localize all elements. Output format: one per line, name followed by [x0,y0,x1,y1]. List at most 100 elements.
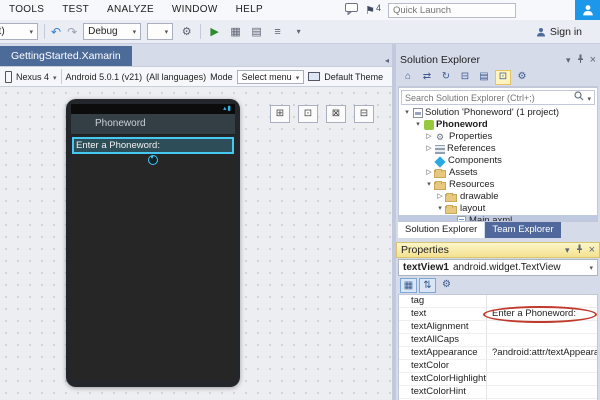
search-options-icon[interactable] [587,92,591,104]
menu-test[interactable]: TEST [53,0,98,20]
menu-window[interactable]: WINDOW [163,0,227,20]
orientation-icon[interactable] [308,72,320,81]
tree-item-layout[interactable]: ▾ layout [399,203,597,215]
menu-analyze[interactable]: ANALYZE [98,0,163,20]
window-menu-icon[interactable]: ▾ [566,56,571,65]
tree-item-resources[interactable]: ▾ Resources [399,179,597,191]
refresh-icon[interactable]: ↻ [438,70,454,85]
solution-search-box [401,90,595,105]
toolbar-separator [44,24,45,39]
zoom-actual-button[interactable]: ⊡ [298,105,318,123]
expander-icon[interactable]: ▷ [424,143,434,155]
home-icon[interactable]: ⌂ [400,70,416,85]
expander-icon[interactable]: ▾ [435,203,445,215]
property-value[interactable] [487,386,597,398]
expander-icon[interactable]: ▾ [424,179,434,191]
property-row-textcolor: textColor [399,360,597,373]
select-menu-dropdown[interactable]: Select menu [237,70,305,84]
expander-icon[interactable]: ▷ [424,131,434,143]
debug-configuration-dropdown[interactable]: Debug [83,23,141,40]
quick-launch-input[interactable] [388,3,516,18]
solution-search-input[interactable] [402,93,574,103]
properties-icon[interactable]: ⚙ [514,70,530,85]
language-dropdown[interactable]: (All languages) [146,72,206,82]
collapse-all-icon[interactable]: ⊟ [457,70,473,85]
device-icon [5,71,12,83]
alphabetical-icon[interactable]: ⇅ [419,278,436,293]
notifications-flag-icon[interactable]: ⚑ 4 [365,4,381,17]
switch-views-icon[interactable]: ⇄ [419,70,435,85]
property-value[interactable] [487,360,597,372]
textview-enter-phoneword[interactable]: Enter a Phoneword: [72,137,234,154]
search-icon[interactable] [574,91,584,104]
expander-icon[interactable]: ▾ [413,119,423,131]
sync-active-document-icon[interactable]: ⊡ [495,70,511,85]
platform-dropdown[interactable] [147,23,173,40]
folder-icon [445,194,457,202]
property-value[interactable] [487,321,597,333]
references-icon [435,145,445,154]
fullscreen-button[interactable]: ⊠ [326,105,346,123]
property-row-textcolorhint: textColorHint [399,386,597,399]
property-value[interactable] [487,295,597,307]
splitter-collapse-icon[interactable]: ◂ [385,56,389,65]
property-value[interactable] [487,334,597,346]
settings-icon[interactable]: ⚙ [179,21,194,43]
menu-tools[interactable]: TOOLS [0,0,53,20]
device-log-icon[interactable]: ▤ [249,21,264,43]
window-list-icon[interactable]: ≡ [270,21,285,43]
pin-icon[interactable] [576,54,585,66]
phone-content: Enter a Phoneword: [71,135,235,381]
pin-icon[interactable] [575,244,584,256]
solution-explorer-title: Solution Explorer [400,54,480,66]
tree-item-components[interactable]: Components [399,155,597,167]
start-debug-icon[interactable]: ▶ [207,21,222,43]
property-pages-icon[interactable]: ⚙ [438,278,455,293]
zoom-fit-button[interactable]: ⊞ [270,105,290,123]
property-value-text[interactable]: Enter a Phoneword: [487,308,597,320]
close-icon[interactable]: × [589,246,595,255]
tree-item-assets[interactable]: ▷ Assets [399,167,597,179]
expander-icon[interactable]: ▷ [435,191,445,203]
categorized-icon[interactable]: ▦ [400,278,417,293]
tree-item-properties[interactable]: ▷ ⚙ Properties [399,131,597,143]
navigate-forward-icon[interactable]: ↷ [67,22,77,42]
feedback-bubble-icon[interactable] [345,3,358,18]
tree-item-solution[interactable]: ▾ Solution 'Phoneword' (1 project) [399,107,597,119]
expander-icon[interactable]: ▾ [402,107,412,119]
android-version-dropdown[interactable]: Android 5.0.1 (v21) [66,72,143,82]
theme-dropdown[interactable]: Default Theme [324,72,383,82]
document-area: GettingStarted.Xamarin Nexus 4 Android 5… [0,44,392,400]
property-value[interactable]: ?android:attr/textAppeara [487,347,597,359]
solution-tree: ▾ Solution 'Phoneword' (1 project) ▾ Pho… [399,107,597,222]
configuration-dropdown[interactable]: at) [0,23,38,40]
resize-handle[interactable] [148,155,158,165]
close-icon[interactable]: × [590,56,596,65]
object-name: textView1 [403,262,449,273]
folder-icon [434,170,446,178]
tree-item-main-axml[interactable]: Main.axml [399,215,597,222]
navigate-back-icon[interactable]: ↶ [51,22,61,42]
document-tab-gettingstarted[interactable]: GettingStarted.Xamarin [0,46,132,66]
window-menu-icon[interactable]: ▾ [565,246,570,255]
sign-in-button[interactable]: Sign in [536,20,582,44]
expander-icon[interactable]: ▷ [424,167,434,179]
property-row-tag: tag [399,295,597,308]
show-all-files-icon[interactable]: ▤ [476,70,492,85]
tab-solution-explorer[interactable]: Solution Explorer [398,222,484,238]
device-dropdown[interactable]: Nexus 4 [16,72,49,82]
zoom-out-button[interactable]: ⊟ [354,105,374,123]
tree-item-references[interactable]: ▷ References [399,143,597,155]
feedback-person-button[interactable] [575,0,600,20]
build-icon[interactable]: ▦ [228,21,243,43]
standard-toolbar: at) ↶ ↷ Debug ⚙ ▶ ▦ ▤ ≡ ▾ Sign in [0,20,600,44]
tab-team-explorer[interactable]: Team Explorer [485,222,560,238]
toolbar-overflow-icon[interactable]: ▾ [291,21,306,43]
design-surface[interactable]: ⊞ ⊡ ⊠ ⊟ ▴▮ Phoneword Enter a Phoneword: [0,87,392,400]
menu-help[interactable]: HELP [227,0,272,20]
tree-item-project-phoneword[interactable]: ▾ Phoneword [399,119,597,131]
sign-in-label: Sign in [550,26,582,38]
selected-object-dropdown[interactable]: textView1 android.widget.TextView [398,259,598,276]
tree-item-drawable[interactable]: ▷ drawable [399,191,597,203]
property-value[interactable] [487,373,597,385]
